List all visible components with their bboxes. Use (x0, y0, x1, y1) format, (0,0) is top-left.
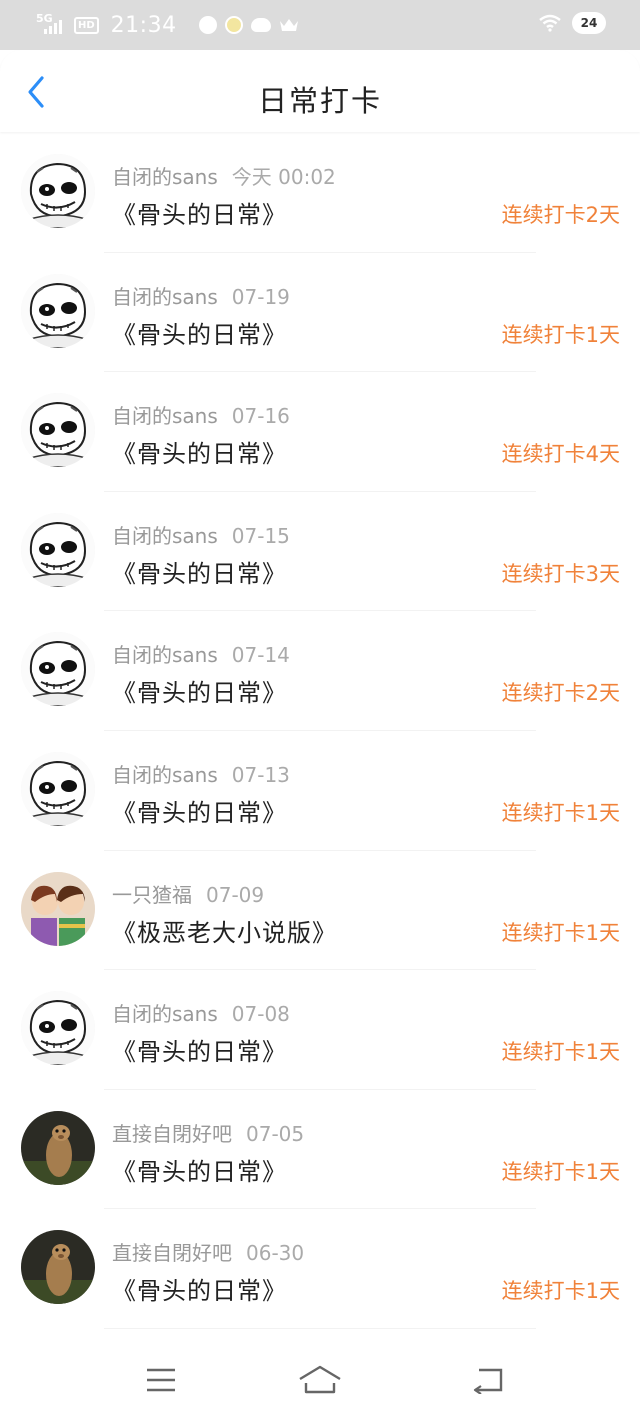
username[interactable]: 自闭的sans (112, 763, 218, 787)
checkin-date: 07-16 (231, 404, 290, 429)
system-nav-bar (0, 1338, 640, 1422)
streak-label: 连续打卡2天 (501, 681, 620, 706)
book-title[interactable]: 《骨头的日常》 (112, 434, 287, 469)
username[interactable]: 自闭的sans (112, 285, 218, 309)
checkin-date: 07-19 (231, 284, 290, 309)
status-bar: 5G HD 21:34 24 (0, 0, 640, 50)
menu-icon (147, 1368, 175, 1392)
checkin-row[interactable]: 直接自閉好吧 07-05 《骨头的日常》 连续打卡1天 (0, 1090, 640, 1210)
streak-label: 连续打卡3天 (501, 561, 620, 586)
checkin-meta: 自闭的sans 07-08 (112, 998, 290, 1027)
username[interactable]: 自闭的sans (112, 524, 218, 548)
streak-label: 连续打卡1天 (501, 1040, 620, 1065)
sans-avatar[interactable] (21, 632, 95, 707)
signal-icon: 5G (36, 12, 66, 38)
book-title[interactable]: 《骨头的日常》 (112, 315, 287, 350)
username[interactable]: 自闭的sans (112, 165, 218, 189)
app-notification-icon (224, 16, 243, 34)
checkin-row[interactable]: 自闭的sans 07-14 《骨头的日常》 连续打卡2天 (0, 611, 640, 731)
checkin-row[interactable]: 自闭的sans 今天 00:02 《骨头的日常》 连续打卡2天 (0, 133, 640, 253)
checkin-meta: 自闭的sans 07-19 (112, 281, 290, 310)
username[interactable]: 自闭的sans (112, 404, 218, 428)
book-title[interactable]: 《骨头的日常》 (112, 1152, 287, 1187)
sans-avatar[interactable] (21, 512, 95, 587)
book-title[interactable]: 《骨头的日常》 (112, 1271, 287, 1306)
checkin-date: 06-30 (246, 1241, 305, 1266)
checkin-date: 07-15 (231, 523, 290, 548)
streak-label: 连续打卡4天 (501, 442, 620, 467)
checkin-meta: 自闭的sans 今天 00:02 (112, 161, 336, 190)
checkin-row[interactable]: 自闭的sans 07-13 《骨头的日常》 连续打卡1天 (0, 731, 640, 851)
page-title: 日常打卡 (257, 84, 382, 118)
status-bar-left: 5G HD 21:34 (36, 8, 299, 42)
streak-label: 连续打卡1天 (501, 322, 620, 347)
sans-avatar[interactable] (21, 751, 95, 826)
hd-badge: HD (74, 16, 99, 34)
checkin-row[interactable]: 自闭的sans 07-08 《骨头的日常》 连续打卡1天 (0, 970, 640, 1090)
battery-indicator: 24 (572, 12, 606, 34)
book-title[interactable]: 《骨头的日常》 (112, 554, 287, 589)
username[interactable]: 自闭的sans (112, 643, 218, 667)
book-title[interactable]: 《骨头的日常》 (112, 1032, 287, 1067)
cloud-icon (250, 18, 271, 32)
row-divider (104, 1327, 536, 1329)
sans-avatar[interactable] (21, 273, 95, 348)
checkin-date: 今天 00:02 (231, 165, 336, 189)
sans-avatar[interactable] (21, 991, 95, 1066)
checkin-date: 07-14 (231, 643, 290, 668)
username[interactable]: 自闭的sans (112, 1002, 218, 1026)
username[interactable]: 直接自閉好吧 (112, 1122, 232, 1146)
checkin-meta: 直接自閉好吧 07-05 (112, 1118, 304, 1147)
username[interactable]: 直接自閉好吧 (112, 1241, 232, 1265)
sans-avatar[interactable] (21, 393, 95, 468)
checkin-date: 07-05 (246, 1121, 305, 1146)
checkin-row[interactable]: 自闭的sans 07-16 《骨头的日常》 连续打卡4天 (0, 372, 640, 492)
checkin-date: 07-13 (231, 762, 290, 787)
home-button[interactable] (296, 1360, 344, 1400)
home-icon (299, 1365, 341, 1394)
checkin-row[interactable]: 一只猹福 07-09 《极恶老大小说版》 连续打卡1天 (0, 851, 640, 971)
checkin-date: 07-08 (231, 1002, 290, 1027)
marmot-avatar[interactable] (21, 1230, 95, 1305)
streak-label: 连续打卡1天 (501, 1159, 620, 1184)
streak-label: 连续打卡1天 (501, 920, 620, 945)
wifi-icon (539, 14, 561, 32)
book-title[interactable]: 《骨头的日常》 (112, 793, 287, 828)
return-icon (473, 1368, 503, 1394)
streak-label: 连续打卡2天 (501, 203, 620, 227)
streak-label: 连续打卡1天 (501, 800, 620, 825)
checkin-meta: 直接自閉好吧 06-30 (112, 1237, 304, 1266)
marmot-avatar[interactable] (21, 1110, 95, 1185)
checkin-meta: 自闭的sans 07-16 (112, 400, 290, 429)
checkin-row[interactable]: 自闭的sans 07-15 《骨头的日常》 连续打卡3天 (0, 492, 640, 612)
checkin-meta: 自闭的sans 07-15 (112, 520, 290, 549)
checkin-meta: 一只猹福 07-09 (112, 879, 264, 908)
return-button[interactable] (464, 1360, 512, 1400)
compass-icon (198, 16, 217, 34)
streak-label: 连续打卡1天 (501, 1279, 620, 1304)
checkin-meta: 自闭的sans 07-14 (112, 639, 290, 668)
page-header: 日常打卡 (0, 50, 640, 132)
checkin-date: 07-09 (206, 882, 265, 907)
crown-icon (279, 17, 299, 33)
sans-avatar[interactable] (21, 154, 95, 228)
checkin-list: 自闭的sans 今天 00:02 《骨头的日常》 连续打卡2天 自闭的sans 07-19… (0, 133, 640, 1329)
checkin-meta: 自闭的sans 07-13 (112, 759, 290, 788)
checkin-row[interactable]: 自闭的sans 07-19 《骨头的日常》 连续打卡1天 (0, 253, 640, 373)
book-title[interactable]: 《骨头的日常》 (112, 673, 287, 708)
two-kids-avatar[interactable] (21, 871, 95, 946)
username[interactable]: 一只猹福 (112, 883, 192, 907)
menu-button[interactable] (137, 1360, 185, 1400)
book-title[interactable]: 《骨头的日常》 (112, 195, 287, 230)
status-time: 21:34 (110, 12, 177, 38)
checkin-row[interactable]: 直接自閉好吧 06-30 《骨头的日常》 连续打卡1天 (0, 1209, 640, 1329)
book-title[interactable]: 《极恶老大小说版》 (112, 913, 337, 948)
